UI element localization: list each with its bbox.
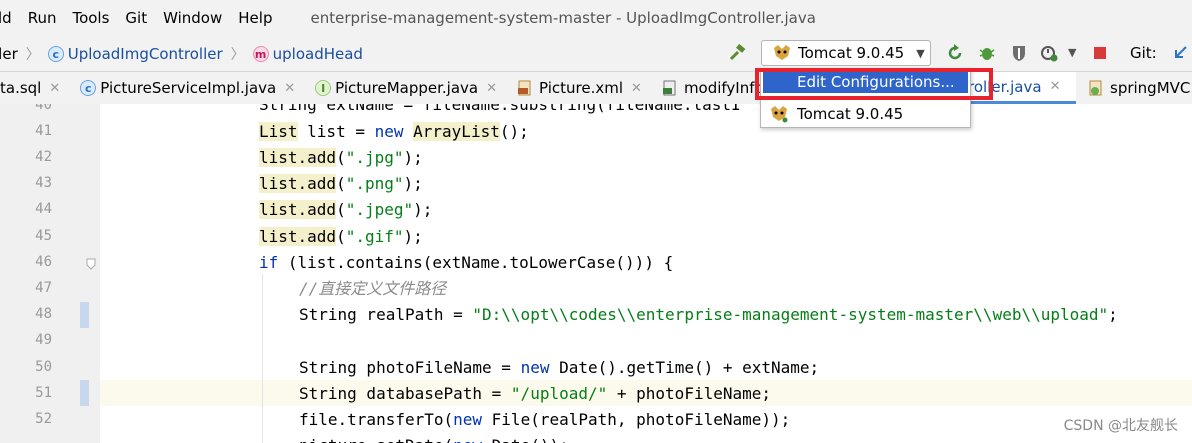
run-configuration-selector[interactable]: Tomcat 9.0.45 ▼ <box>761 40 931 66</box>
code-line-47: //直接定义文件路径 <box>100 276 1192 302</box>
code-line-40: String extName = fileName.substring(file… <box>100 104 1192 118</box>
line-number: 45 <box>35 228 52 244</box>
menu-run[interactable]: Run <box>20 9 65 27</box>
fold-marker-icon[interactable] <box>86 258 96 270</box>
close-icon[interactable]: ✕ <box>49 81 60 96</box>
line-number: 46 <box>35 254 52 270</box>
interface-icon: I <box>315 80 332 96</box>
code-line-52: file.transferTo(new File(realPath, photo… <box>299 410 791 429</box>
string-literal: "D:\\opt\\codes\\enterprise-management-s… <box>472 305 1109 324</box>
profiler-icon[interactable] <box>1040 44 1058 62</box>
line-number: 48 <box>35 306 52 322</box>
tomcat-config-item[interactable]: Tomcat 9.0.45 <box>763 102 968 126</box>
menu-build[interactable]: ld <box>0 9 20 27</box>
tab-pictureserviceimpl[interactable]: c PictureServiceImpl.java ✕ <box>70 72 305 104</box>
code-line-48: String realPath = "D:\\opt\\codes\\enter… <box>299 305 1118 324</box>
code-line-41: List list = new ArrayList(); <box>259 122 529 141</box>
string-literal: ".gif" <box>345 227 404 246</box>
string-literal: "/upload/" <box>510 384 608 403</box>
line-number: 43 <box>35 175 52 191</box>
chevron-down-icon[interactable]: ▼ <box>1068 46 1076 59</box>
line-number: 47 <box>35 280 52 296</box>
line-number: 44 <box>35 201 52 217</box>
highlight-annotation-box <box>755 68 993 100</box>
change-marker <box>80 302 89 328</box>
rerun-icon[interactable] <box>946 44 964 62</box>
tab-springmvc[interactable]: springMVC. <box>1078 72 1192 104</box>
close-icon[interactable]: ✕ <box>284 81 295 96</box>
code-line-42: list.add(".jpg"); <box>259 148 423 167</box>
editor-tab-bar: ta.sql ✕ c PictureServiceImpl.java ✕ I P… <box>0 72 1192 105</box>
breadcrumb-separator: 〉 <box>230 46 245 63</box>
run-configuration-label: Tomcat 9.0.45 <box>798 44 905 62</box>
breadcrumb: ller 〉 c UploadImgController 〉 m uploadH… <box>0 44 363 64</box>
code-line-46: if (list.contains(extName.toLowerCase())… <box>259 253 674 272</box>
html-file-icon <box>662 80 676 96</box>
close-icon[interactable]: ✕ <box>631 81 642 96</box>
tab-label: Picture.xml <box>539 79 624 97</box>
tomcat-icon <box>774 45 790 60</box>
debug-bug-icon[interactable] <box>978 44 996 62</box>
tab-label: springMVC. <box>1110 79 1192 97</box>
code-line-43: list.add(".png"); <box>259 174 423 193</box>
tab-label: ta.sql <box>0 79 42 97</box>
menu-git[interactable]: Git <box>117 9 155 27</box>
tab-label: modifyInfo <box>683 79 764 97</box>
string-literal: ".png" <box>345 174 404 193</box>
code-text: String extName = fileName.substring(file… <box>259 104 741 114</box>
tomcat-config-label: Tomcat 9.0.45 <box>797 105 904 123</box>
class-icon: c <box>80 80 97 96</box>
string-literal: ".jpg" <box>345 148 404 167</box>
close-icon[interactable]: ✕ <box>486 81 497 96</box>
close-icon[interactable]: ✕ <box>1050 79 1061 94</box>
chevron-down-icon: ▼ <box>916 46 925 60</box>
breadcrumb-item-partial[interactable]: ller <box>0 45 18 63</box>
line-number: 40 <box>35 104 52 113</box>
method-icon: m <box>252 45 269 62</box>
menu-window[interactable]: Window <box>155 9 230 27</box>
coverage-shield-icon[interactable] <box>1010 44 1028 62</box>
line-number: 41 <box>35 123 52 139</box>
change-marker <box>80 380 89 406</box>
code-line-45: list.add(".gif"); <box>259 227 423 246</box>
tab-picture-xml[interactable]: Picture.xml ✕ <box>507 72 652 104</box>
spring-xml-icon <box>1089 80 1102 96</box>
line-number: 51 <box>35 385 52 401</box>
line-number: 49 <box>35 332 52 348</box>
line-number: 50 <box>35 359 52 375</box>
menu-bar: ld Run Tools Git Window Help enterprise-… <box>0 0 1192 36</box>
tomcat-icon <box>771 106 788 123</box>
menu-tools[interactable]: Tools <box>64 9 117 27</box>
build-hammer-icon[interactable] <box>728 44 746 62</box>
xml-file-icon <box>518 80 531 96</box>
code-line-44: list.add(".jpeg"); <box>259 200 433 219</box>
stop-icon[interactable] <box>1091 44 1109 62</box>
tab-data-sql[interactable]: ta.sql ✕ <box>0 72 70 104</box>
line-number: 52 <box>35 411 52 427</box>
class-icon: c <box>47 45 64 62</box>
code-line-53: picture.setDate(new Date()); <box>100 433 1192 443</box>
code-comment: //直接定义文件路径 <box>299 279 447 298</box>
breadcrumb-item-method[interactable]: uploadHead <box>273 45 363 63</box>
code-line-51: String databasePath = "/upload/" + photo… <box>299 384 772 403</box>
git-update-arrow-icon[interactable] <box>1172 44 1190 62</box>
breadcrumb-item-class[interactable]: UploadImgController <box>68 45 223 63</box>
breadcrumb-separator: 〉 <box>25 46 40 63</box>
window-title: enterprise-management-system-master - Up… <box>310 9 816 27</box>
string-literal: ".jpeg" <box>345 200 414 219</box>
code-editor[interactable]: 40 41 42 43 44 45 46 47 48 49 50 51 52 S… <box>0 104 1192 443</box>
menu-help[interactable]: Help <box>230 9 280 27</box>
watermark: CSDN @北友舰长 <box>1063 418 1178 434</box>
line-number: 42 <box>35 149 52 165</box>
code-line-50: String photoFileName = new Date().getTim… <box>299 358 820 377</box>
git-label: Git: <box>1130 44 1157 62</box>
tab-label: PictureServiceImpl.java <box>100 79 277 97</box>
tab-label: PictureMapper.java <box>335 79 479 97</box>
tab-picturemapper[interactable]: I PictureMapper.java ✕ <box>305 72 507 104</box>
